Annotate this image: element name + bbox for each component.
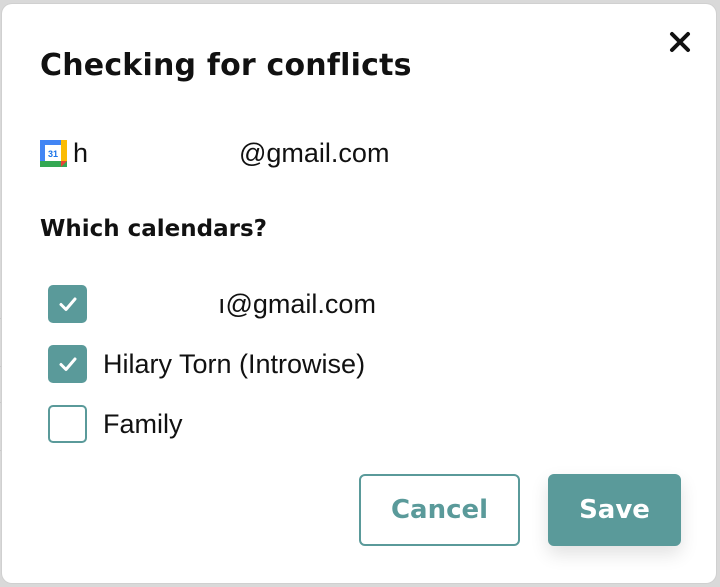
calendar-checkbox[interactable] (48, 345, 87, 383)
dialog-title: Checking for conflicts (40, 48, 412, 83)
svg-text:31: 31 (48, 149, 58, 159)
calendar-item[interactable]: ı@gmail.com (48, 274, 376, 334)
account-row: 31 h @gmail.com (40, 135, 389, 171)
checkmark-icon (59, 297, 76, 311)
calendar-checkbox[interactable] (48, 405, 87, 443)
account-email-suffix: @gmail.com (239, 137, 390, 168)
calendar-label: ı@gmail.com (218, 288, 376, 319)
calendar-label: Family (103, 408, 183, 439)
calendar-list: ı@gmail.com Hilary Torn (Introwise) Fami… (48, 274, 376, 454)
conflict-check-dialog: Checking for conflicts 31 h @gmail.com W… (2, 4, 716, 583)
save-button[interactable]: Save (548, 474, 681, 546)
redacted-region (133, 153, 239, 154)
cancel-button[interactable]: Cancel (359, 474, 520, 546)
calendar-label: Hilary Torn (Introwise) (103, 348, 366, 379)
calendar-item[interactable]: Family (48, 394, 376, 454)
calendars-heading: Which calendars? (40, 216, 268, 242)
calendar-checkbox[interactable] (48, 285, 87, 323)
calendar-item[interactable]: Hilary Torn (Introwise) (48, 334, 376, 394)
checkmark-icon (59, 357, 76, 371)
account-email-prefix: h (73, 137, 89, 168)
google-calendar-icon: 31 (40, 139, 67, 167)
close-icon[interactable] (668, 30, 692, 54)
